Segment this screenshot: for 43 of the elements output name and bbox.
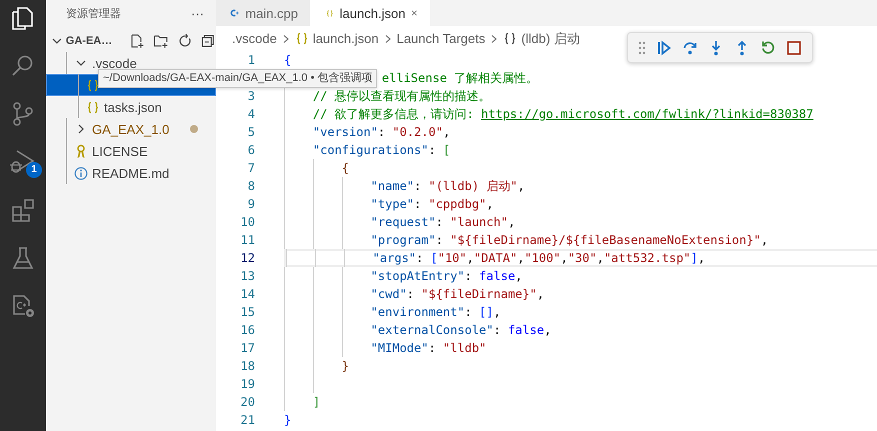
code-line: "environment": [], <box>370 305 501 319</box>
line-number: 10 <box>240 215 256 229</box>
line-number: 18 <box>240 359 256 373</box>
code-line: "externalConsole": false, <box>370 323 552 337</box>
panel-title: 资源管理器 <box>66 6 121 20</box>
code-line: } <box>342 359 350 373</box>
code-line: "MIMode": "lldb" <box>370 341 486 355</box>
code-line: "cwd": "${fileDirname}", <box>370 287 544 301</box>
tooltip: ~/Downloads/GA-EAX-main/GA_EAX_1.0 • 包含强调项 <box>98 69 378 88</box>
line-number: 9 <box>246 197 256 211</box>
line-number: 11 <box>240 233 256 247</box>
line-number: 5 <box>246 125 256 139</box>
line-number: 6 <box>246 143 256 157</box>
line-number: 1 <box>246 53 256 67</box>
line-number: 15 <box>240 305 256 319</box>
line-number: 12 <box>240 251 256 265</box>
line-number: 16 <box>240 323 256 337</box>
code-line: "version": "0.2.0", <box>312 125 450 139</box>
code-line: // 悬停以查看现有属性的描述。 <box>312 88 491 104</box>
line-number: 20 <box>240 395 256 409</box>
line-number: 21 <box>240 413 256 427</box>
code-line: "name": "(lldb) 启动", <box>370 178 525 194</box>
code-line: // 欲了解更多信息，请访问: https://go.microsoft.com/fwlink/?linkid=830387 <box>312 106 814 122</box>
code-line: "args": ["10","DATA","100","30","att532.tsp"], <box>372 251 706 265</box>
code-line: "type": "cppdbg", <box>370 197 494 211</box>
code-line: ] <box>312 395 320 409</box>
code-line: "request": "launch", <box>370 215 516 229</box>
line-number: 13 <box>240 269 256 283</box>
line-number: 7 <box>246 161 256 175</box>
line-number: 19 <box>240 377 256 391</box>
code-line: } <box>284 413 292 427</box>
code-line: elliSense 了解相关属性。 <box>382 70 538 86</box>
line-number: 14 <box>240 287 256 301</box>
code-line: "stopAtEntry": false, <box>370 269 522 283</box>
line-number: 17 <box>240 341 256 355</box>
code-line: "configurations": [ <box>312 143 450 157</box>
line-number: 3 <box>246 89 256 103</box>
line-number: 4 <box>246 107 256 121</box>
line-number: 8 <box>246 179 256 193</box>
badge: 1 <box>26 162 42 178</box>
code-line: { <box>284 53 292 67</box>
code-line: "program": "${fileDirname}/${fileBasenameNoExtension}", <box>370 233 768 247</box>
code-line: { <box>342 161 350 175</box>
